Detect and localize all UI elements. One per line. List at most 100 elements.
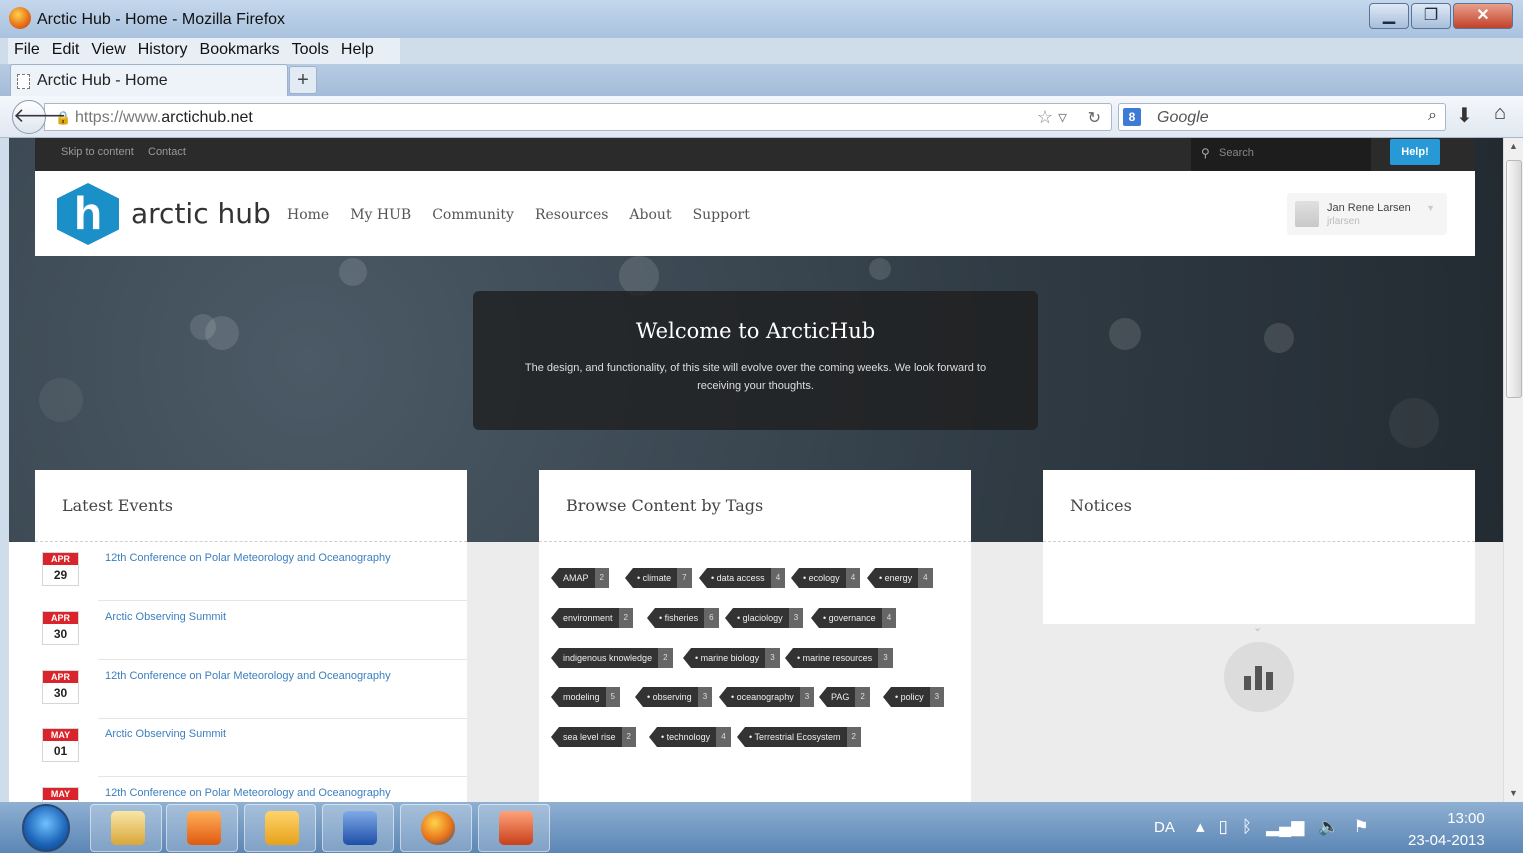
user-menu[interactable]: Jan Rene Larsen jrlarsen ▼ (1287, 193, 1447, 235)
tag-chip[interactable]: • technology 4 (649, 727, 731, 747)
tag-chip[interactable]: • glaciology 3 (725, 608, 804, 628)
list-item: MAY 12th Conference on Polar Meteorology… (9, 777, 467, 802)
taskbar-outlook[interactable] (244, 804, 316, 852)
tag-chip[interactable]: • fisheries 6 (647, 608, 719, 628)
taskbar-firefox[interactable] (400, 804, 472, 852)
tag-chip[interactable]: PAG 2 (819, 687, 870, 707)
nav-resources[interactable]: Resources (535, 207, 608, 223)
network-signal-icon[interactable]: ▂▄▆ (1266, 817, 1304, 837)
menu-file[interactable]: File (8, 38, 46, 64)
tag-chip[interactable]: • data access 4 (699, 568, 786, 588)
search-bar[interactable]: 8 Google ⌕ (1118, 103, 1446, 131)
url-bar[interactable]: 🔒 https://www.arctichub.net ☆ ▿ ↻ (44, 103, 1112, 131)
tag-chip[interactable]: sea level rise 2 (551, 727, 636, 747)
nav-support[interactable]: Support (693, 207, 750, 223)
start-button[interactable] (22, 804, 70, 852)
search-engine-icon[interactable]: 8 (1123, 108, 1141, 126)
word-icon (343, 811, 377, 845)
event-link[interactable]: 12th Conference on Polar Meteorology and… (105, 787, 391, 799)
system-clock[interactable]: 13:00 23-04-2013 (1408, 808, 1485, 852)
tag-chip[interactable]: • marine resources 3 (785, 648, 893, 668)
download-icon[interactable]: ⬇ (1456, 103, 1473, 128)
url-protocol: https://www. (75, 109, 162, 126)
show-hidden-icons-icon[interactable]: ▴ (1196, 817, 1205, 837)
action-center-flag-icon[interactable]: ⚑ (1353, 817, 1368, 837)
tab-title: Arctic Hub - Home (37, 72, 168, 89)
site-search-field[interactable]: ⚲ Search (1191, 138, 1371, 171)
taskbar-powerpoint[interactable] (478, 804, 550, 852)
bookmark-star-icon[interactable]: ☆ ▿ (1037, 107, 1067, 128)
skip-to-content-link[interactable]: Skip to content (61, 146, 134, 158)
event-date: APR 29 (42, 552, 79, 586)
search-icon[interactable]: ⌕ (1428, 107, 1437, 125)
taskbar-explorer[interactable] (90, 804, 162, 852)
tab-arctic-hub-home[interactable]: Arctic Hub - Home (10, 64, 288, 96)
event-day: 30 (53, 627, 68, 641)
device-icon[interactable]: ▯ (1219, 817, 1228, 837)
close-button[interactable]: ✕ (1453, 3, 1513, 29)
chevron-down-icon[interactable]: ⌄ (1253, 621, 1262, 634)
taskbar-media-player[interactable] (166, 804, 238, 852)
back-button[interactable]: 🡐 (12, 100, 67, 134)
event-date: MAY (42, 787, 79, 802)
taskbar-word[interactable] (322, 804, 394, 852)
scroll-up-arrow-icon[interactable]: ▲ (1509, 141, 1518, 151)
menu-edit[interactable]: Edit (46, 38, 86, 64)
volume-icon[interactable]: 🔈 (1318, 817, 1339, 837)
event-link[interactable]: 12th Conference on Polar Meteorology and… (105, 670, 391, 682)
menu-tools[interactable]: Tools (286, 38, 335, 64)
arctic-hub-logo-icon[interactable]: h (57, 183, 119, 245)
tab-strip: Arctic Hub - Home + (0, 64, 1523, 96)
tag-chip[interactable]: indigenous knowledge 2 (551, 648, 673, 668)
menu-help[interactable]: Help (335, 38, 380, 64)
language-indicator[interactable]: DA (1154, 819, 1175, 836)
tag-name: • observing (643, 687, 698, 707)
event-link[interactable]: Arctic Observing Summit (105, 728, 226, 740)
tag-chip[interactable]: • observing 3 (635, 687, 713, 707)
tag-name: • ecology (799, 568, 846, 588)
menu-view[interactable]: View (85, 38, 131, 64)
event-link[interactable]: 12th Conference on Polar Meteorology and… (105, 552, 391, 564)
outlook-icon (265, 811, 299, 845)
tag-chip[interactable]: • policy 3 (883, 687, 945, 707)
event-link[interactable]: Arctic Observing Summit (105, 611, 226, 623)
tag-chip[interactable]: • governance 4 (811, 608, 897, 628)
tag-chip[interactable]: • energy 4 (867, 568, 933, 588)
statistics-icon[interactable] (1224, 642, 1294, 712)
nav-home[interactable]: Home (287, 207, 329, 223)
new-tab-button[interactable]: + (289, 66, 317, 94)
tag-chip[interactable]: environment 2 (551, 608, 633, 628)
reload-icon[interactable]: ↻ (1088, 108, 1101, 128)
site-logo-text[interactable]: arctic hub (131, 197, 271, 230)
tag-count: 5 (605, 687, 620, 707)
event-month: APR (43, 553, 78, 565)
scrollbar-thumb[interactable] (1506, 160, 1522, 398)
menu-history[interactable]: History (132, 38, 194, 64)
bluetooth-icon[interactable]: ᛒ (1242, 817, 1252, 837)
vertical-scrollbar[interactable]: ▲ ▼ (1503, 138, 1523, 802)
notices-body (1043, 542, 1475, 624)
help-button[interactable]: Help! (1390, 139, 1440, 165)
scroll-down-arrow-icon[interactable]: ▼ (1509, 788, 1518, 798)
contact-link[interactable]: Contact (148, 146, 186, 158)
tag-chip[interactable]: • marine biology 3 (683, 648, 780, 668)
home-icon[interactable]: ⌂ (1494, 102, 1506, 125)
menu-bookmarks[interactable]: Bookmarks (194, 38, 286, 64)
panel-header: Notices (1043, 470, 1475, 542)
tag-chip[interactable]: • ecology 4 (791, 568, 861, 588)
minimize-button[interactable]: ▁ (1369, 3, 1409, 29)
tag-chip[interactable]: • climate 7 (625, 568, 692, 588)
tag-chip[interactable]: • Terrestrial Ecosystem 2 (737, 727, 861, 747)
tag-chip[interactable]: • oceanography 3 (719, 687, 815, 707)
tag-chip[interactable]: AMAP 2 (551, 568, 609, 588)
restore-button[interactable]: ❐ (1411, 3, 1451, 29)
nav-community[interactable]: Community (432, 207, 514, 223)
nav-my-hub[interactable]: My HUB (350, 207, 411, 223)
event-month: MAY (43, 729, 78, 741)
nav-about[interactable]: About (629, 207, 671, 223)
tag-name: • Terrestrial Ecosystem (745, 727, 847, 747)
tag-arrow (883, 687, 891, 707)
site-top-strip: Skip to content Contact ⚲ Search Help! (35, 138, 1475, 171)
tag-chip[interactable]: modeling 5 (551, 687, 620, 707)
tag-arrow (551, 727, 559, 747)
